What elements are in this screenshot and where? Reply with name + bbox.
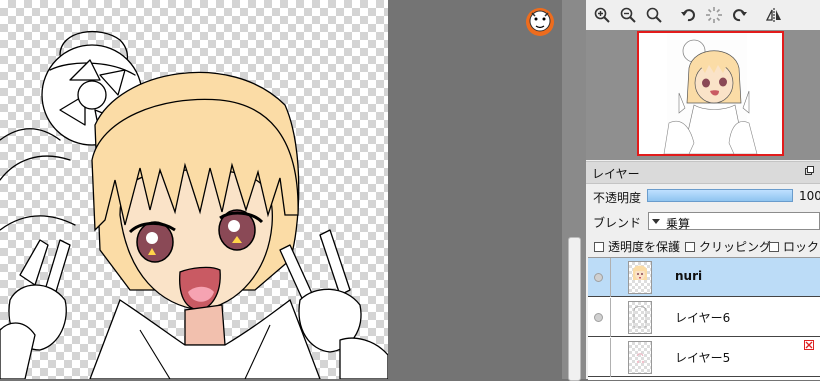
opacity-label: 不透明度 <box>593 191 642 205</box>
layer-list: nuri レイヤー6 レイヤー5 <box>588 257 820 380</box>
layer-thumbnail <box>628 341 652 374</box>
mascot-icon[interactable] <box>525 7 555 37</box>
lock-checkbox[interactable]: ロック <box>769 238 819 255</box>
flip-horizontal-icon[interactable] <box>764 5 784 25</box>
character-artwork <box>0 30 388 379</box>
protect-alpha-label: 透明度を保護 <box>608 240 681 254</box>
drawing-canvas[interactable] <box>0 0 388 379</box>
layer-row-5[interactable]: レイヤー5 <box>588 338 820 377</box>
layer-panel-title: レイヤー <box>592 167 640 181</box>
vertical-scrollbar[interactable] <box>562 0 586 381</box>
lock-label: ロック <box>783 240 820 254</box>
opacity-value: 100 <box>799 189 820 203</box>
divider <box>610 258 611 297</box>
layer-thumbnail <box>628 261 652 294</box>
opacity-row: 不透明度 100 <box>586 184 820 208</box>
checkbox-box[interactable] <box>769 241 779 252</box>
blend-mode-value: 乗算 <box>666 217 691 231</box>
divider <box>610 298 611 337</box>
zoom-reset-icon[interactable] <box>644 5 664 25</box>
layer-panel-header: レイヤー <box>586 161 820 184</box>
navigator-view-frame[interactable] <box>637 31 784 156</box>
blend-row: ブレンド 乗算 <box>586 209 820 233</box>
checkbox-box[interactable] <box>685 241 695 252</box>
layer-options-row: 透明度を保護 クリッピング ロック <box>586 234 820 256</box>
layer-thumbnail <box>628 301 652 334</box>
clipping-mask-icon[interactable] <box>804 340 814 350</box>
visibility-icon[interactable] <box>594 273 603 282</box>
divider <box>610 338 611 377</box>
clipping-label: クリッピング <box>699 240 772 254</box>
rotate-left-icon[interactable] <box>678 5 698 25</box>
layer-row-nuri[interactable]: nuri <box>588 258 820 297</box>
chevron-down-icon <box>652 219 660 224</box>
rotate-right-icon[interactable] <box>730 5 750 25</box>
clipping-checkbox[interactable]: クリッピング <box>685 238 771 255</box>
layer-name: レイヤー5 <box>675 351 731 365</box>
blend-label: ブレンド <box>593 216 642 230</box>
zoom-in-icon[interactable] <box>592 5 612 25</box>
popout-icon[interactable] <box>805 166 814 175</box>
rotate-reset-icon[interactable] <box>704 5 724 25</box>
right-panel: レイヤー 不透明度 100 ブレンド 乗算 透明度を保護 クリッピング ロック <box>586 0 820 380</box>
zoom-out-icon[interactable] <box>618 5 638 25</box>
layer-row-6[interactable]: レイヤー6 <box>588 298 820 337</box>
blend-mode-select[interactable]: 乗算 <box>648 212 820 231</box>
layer-name: nuri <box>675 269 703 283</box>
scrollbar-thumb[interactable] <box>568 237 581 381</box>
checkbox-box[interactable] <box>594 241 604 252</box>
opacity-slider[interactable] <box>647 189 793 202</box>
navigator-toolbar <box>586 0 820 30</box>
navigator-preview[interactable] <box>586 30 820 160</box>
layer-name: レイヤー6 <box>675 311 731 325</box>
protect-alpha-checkbox[interactable]: 透明度を保護 <box>594 238 680 255</box>
workspace-background <box>388 0 562 379</box>
visibility-icon[interactable] <box>594 313 603 322</box>
